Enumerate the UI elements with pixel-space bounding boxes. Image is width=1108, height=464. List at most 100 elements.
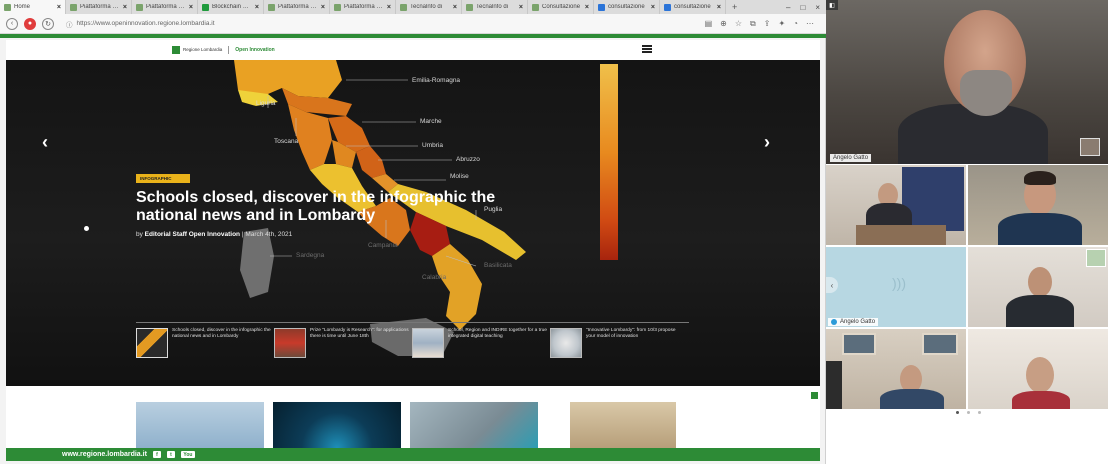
- close-icon[interactable]: ×: [255, 4, 259, 11]
- participant-body: [1006, 295, 1074, 327]
- participant-video[interactable]: [968, 165, 1108, 245]
- site-favicon-icon: [202, 3, 209, 11]
- site-header: Regione Lombardia Open Innovation: [6, 40, 820, 60]
- tab-6[interactable]: Tecnalnfo di ×: [396, 0, 462, 14]
- close-icon[interactable]: ×: [387, 4, 391, 11]
- self-view-thumbnail[interactable]: [1080, 138, 1100, 156]
- byline-date: | March 4th, 2021: [240, 231, 293, 238]
- tab-0[interactable]: Home ×: [0, 0, 66, 14]
- facebook-icon[interactable]: f: [152, 451, 161, 458]
- participant-video[interactable]: [968, 247, 1108, 327]
- region-label: Abruzzo: [456, 156, 480, 163]
- close-icon[interactable]: ×: [57, 4, 61, 11]
- article-card[interactable]: [410, 402, 538, 448]
- carousel-thumb-3[interactable]: "Innovative Lombardy": from 10/3 propose…: [550, 328, 686, 358]
- site-favicon-icon: [70, 3, 77, 11]
- close-window-icon[interactable]: ×: [815, 3, 820, 12]
- site-logo[interactable]: Regione Lombardia Open Innovation: [172, 46, 275, 54]
- collections-icon[interactable]: ⧉: [750, 19, 756, 29]
- gallery-pagination: [956, 411, 981, 414]
- participant-video[interactable]: [826, 329, 966, 409]
- minimize-icon[interactable]: –: [786, 3, 790, 12]
- wall-picture: [842, 333, 876, 355]
- thumb-caption: School, Region and INDIRE together for a…: [448, 328, 547, 339]
- reload-button[interactable]: ↻: [42, 17, 54, 30]
- article-card[interactable]: [136, 402, 264, 448]
- carousel-thumb-0[interactable]: Schools closed, discover in the infograp…: [136, 328, 272, 358]
- reader-icon[interactable]: ▤: [705, 19, 713, 29]
- back-button[interactable]: ‹: [6, 17, 18, 30]
- page-info-icon[interactable]: ⓘ: [66, 19, 73, 29]
- browser-window: Home × Piattaforma Gu × Piattaforma Gu × Bl…: [0, 0, 826, 464]
- close-icon[interactable]: ×: [123, 4, 127, 11]
- twitter-icon[interactable]: t: [166, 451, 175, 458]
- video-call-panel: ◧ Angelo Gatto ))) ‹ Angelo Gatto: [826, 0, 1108, 464]
- carousel-prev-icon[interactable]: ‹: [42, 132, 48, 153]
- thumbs-divider: [136, 322, 689, 323]
- byline-author[interactable]: Editorial Staff Open Innovation: [145, 231, 240, 238]
- page-dot[interactable]: [967, 411, 970, 414]
- close-icon[interactable]: ×: [585, 4, 589, 11]
- footer-link[interactable]: www.regione.lombardia.it: [62, 451, 147, 458]
- region-label: Molise: [450, 173, 469, 180]
- category-badge[interactable]: INFOGRAPHIC: [136, 174, 190, 183]
- toolbar-icons: ▤ ⊕ ☆ ⧉ ⇪ ✦ ◔ ⋯: [705, 19, 820, 29]
- layout-icon[interactable]: ◧: [826, 0, 838, 10]
- article-card[interactable]: [570, 402, 676, 448]
- menu-icon[interactable]: [642, 45, 652, 53]
- participant-video[interactable]: [826, 165, 966, 245]
- hero-headline[interactable]: Schools closed, discover in the infograp…: [136, 189, 516, 225]
- star-icon[interactable]: ☆: [735, 19, 742, 29]
- carousel-next-icon[interactable]: ›: [764, 132, 770, 153]
- zoom-icon[interactable]: ⊕: [720, 19, 727, 29]
- youtube-icon[interactable]: You: [180, 451, 195, 458]
- thumb-image: [412, 328, 444, 358]
- wall-picture: [922, 333, 958, 355]
- article-card[interactable]: [273, 402, 401, 448]
- more-icon[interactable]: ⋯: [806, 19, 814, 29]
- tab-9[interactable]: consultazione ×: [594, 0, 660, 14]
- tab-7[interactable]: Tecnalnfo di ×: [462, 0, 528, 14]
- byline-prefix: by: [136, 231, 145, 238]
- maximize-icon[interactable]: □: [800, 3, 805, 12]
- tab-5[interactable]: Piattaforma Gu ×: [330, 0, 396, 14]
- page-dot[interactable]: [978, 411, 981, 414]
- new-tab-button[interactable]: +: [726, 0, 743, 14]
- close-icon[interactable]: ×: [519, 4, 523, 11]
- tab-3[interactable]: Blockchain nelle ×: [198, 0, 264, 14]
- extensions-icon[interactable]: ✦: [778, 19, 785, 29]
- participant-video-off[interactable]: ))) ‹: [826, 247, 966, 327]
- close-icon[interactable]: ×: [717, 4, 721, 11]
- tab-label: Blockchain nelle: [212, 4, 252, 10]
- thumb-caption: Prize "Lombardy is Research": for applic…: [310, 328, 409, 339]
- profile-icon[interactable]: ◔: [793, 19, 798, 29]
- tab-2[interactable]: Piattaforma Gu ×: [132, 0, 198, 14]
- page-dot[interactable]: [956, 411, 959, 414]
- scroll-top-icon[interactable]: [811, 392, 818, 399]
- tab-10[interactable]: consultazione ×: [660, 0, 726, 14]
- region-logo-icon: [172, 46, 180, 54]
- tab-8[interactable]: Consultazione ×: [528, 0, 594, 14]
- tab-label: Tecnalnfo di: [410, 4, 443, 10]
- tab-4[interactable]: Piattaforma Gu ×: [264, 0, 330, 14]
- hero-byline: by Editorial Staff Open Innovation | Mar…: [136, 231, 292, 238]
- close-icon[interactable]: ×: [189, 4, 193, 11]
- audio-wave-icon: ))): [892, 275, 906, 291]
- tab-1[interactable]: Piattaforma Gu ×: [66, 0, 132, 14]
- share-icon[interactable]: ⇪: [764, 19, 771, 29]
- speaker-video[interactable]: ◧: [826, 0, 1108, 164]
- carousel-thumb-1[interactable]: Prize "Lombardy is Research": for applic…: [274, 328, 410, 358]
- participant-video[interactable]: [968, 329, 1108, 409]
- participant-thumbnail[interactable]: [1086, 249, 1106, 267]
- carousel-thumb-2[interactable]: School, Region and INDIRE together for a…: [412, 328, 548, 358]
- close-icon[interactable]: ×: [651, 4, 655, 11]
- close-icon[interactable]: ×: [321, 4, 325, 11]
- close-icon[interactable]: ×: [453, 4, 457, 11]
- thumb-image: [274, 328, 306, 358]
- site-favicon-icon: [664, 3, 671, 11]
- gallery-prev-icon[interactable]: ‹: [826, 277, 838, 293]
- url-field[interactable]: ⓘ https://www.openinnovation.regione.lom…: [60, 17, 699, 31]
- stop-button[interactable]: ●: [24, 17, 36, 30]
- region-label: Campania: [368, 242, 398, 249]
- gallery-name-tag: Angelo Gatto: [828, 318, 879, 326]
